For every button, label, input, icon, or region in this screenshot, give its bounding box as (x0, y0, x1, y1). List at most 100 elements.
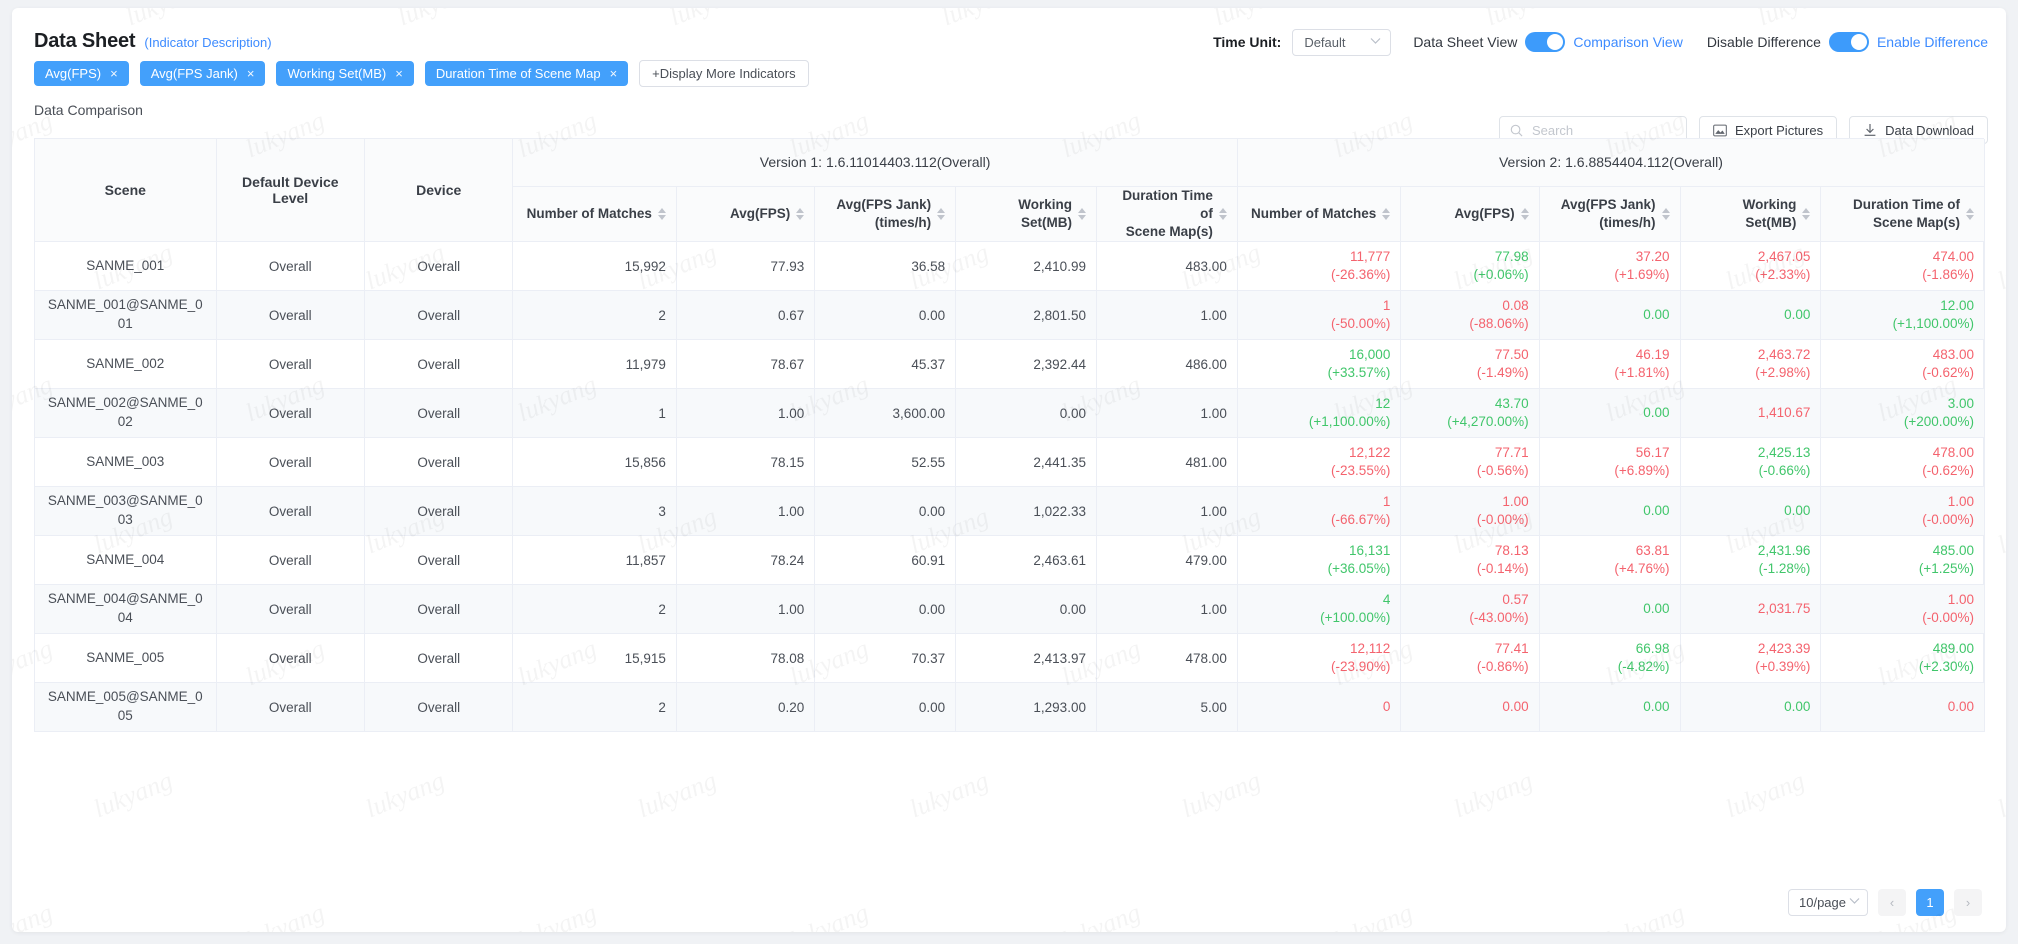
enable-difference-label[interactable]: Enable Difference (1877, 34, 1988, 50)
prev-page-button[interactable]: ‹ (1878, 889, 1906, 916)
cell-scene: SANME_005@SANME_005 (35, 683, 216, 732)
cell-scene: SANME_003@SANME_003 (35, 487, 216, 536)
close-icon[interactable]: × (247, 67, 255, 80)
download-icon (1863, 123, 1877, 137)
cell-v1-metric: 2 (513, 683, 677, 732)
cell-v1-metric: 0.20 (676, 683, 814, 732)
watermark-text: lukyang (1057, 898, 1145, 932)
metric-column-header[interactable]: Avg(FPS Jank)(times/h) (815, 186, 956, 242)
export-pictures-label: Export Pictures (1735, 123, 1823, 138)
sort-icon[interactable] (1521, 208, 1529, 220)
metric-delta-percent: (+1.25%) (1831, 560, 1974, 578)
view-mode-toggle[interactable] (1525, 32, 1565, 52)
cell-v1-metric: 3,600.00 (815, 389, 956, 438)
metric-value: 0.00 (1550, 404, 1670, 422)
metric-column-header[interactable]: Avg(FPS) (1401, 186, 1539, 242)
comparison-view-label[interactable]: Comparison View (1573, 34, 1682, 50)
sort-icon[interactable] (1966, 208, 1974, 220)
sort-icon[interactable] (658, 208, 666, 220)
metric-value: 0.00 (1831, 698, 1974, 716)
disable-difference-label[interactable]: Disable Difference (1707, 34, 1821, 50)
close-icon[interactable]: × (610, 67, 618, 80)
cell-device: Overall (365, 291, 513, 340)
metric-column-header[interactable]: Number of Matches (513, 186, 677, 242)
page-size-select[interactable]: 10/page (1788, 889, 1868, 916)
indicator-description-link[interactable]: (Indicator Description) (144, 35, 271, 50)
metric-column-header[interactable]: Duration Time ofScene Map(s) (1096, 186, 1237, 242)
search-icon (1510, 124, 1523, 137)
watermark-text: lukyang (241, 898, 329, 932)
table-row: SANME_001@SANME_001OverallOverall20.670.… (35, 291, 1985, 340)
cell-v1-metric: 2,392.44 (956, 340, 1097, 389)
version-group-header: Version 1: 1.6.11014403.112(Overall) (513, 139, 1237, 186)
table-head: SceneDefault Device LevelDeviceVersion 1… (35, 139, 1985, 242)
metric-column-header[interactable]: Duration Time ofScene Map(s) (1821, 186, 1985, 242)
display-more-indicators-button[interactable]: +Display More Indicators (639, 60, 808, 87)
metric-delta-percent: (-0.56%) (1411, 462, 1528, 480)
sort-icon[interactable] (937, 208, 945, 220)
metric-value: 1 (1248, 493, 1391, 511)
column-header-fixed: Device (365, 139, 513, 242)
sort-icon[interactable] (1802, 208, 1810, 220)
sort-icon[interactable] (796, 208, 804, 220)
metric-delta-percent: (+0.39%) (1691, 658, 1811, 676)
table-row: SANME_004OverallOverall11,85778.2460.912… (35, 536, 1985, 585)
cell-v2-metric: 0.00 (1680, 291, 1821, 340)
indicator-tag[interactable]: Avg(FPS Jank)× (140, 61, 266, 86)
metric-value: 43.70 (1411, 395, 1528, 413)
time-unit-select[interactable]: Default (1292, 29, 1391, 56)
cell-v2-metric: 0.00 (1401, 683, 1539, 732)
sort-icon[interactable] (1662, 208, 1670, 220)
close-icon[interactable]: × (110, 67, 118, 80)
cell-device-level: Overall (216, 683, 364, 732)
cell-v1-metric: 15,992 (513, 242, 677, 291)
next-page-button[interactable]: › (1954, 889, 1982, 916)
indicator-tag[interactable]: Working Set(MB)× (276, 61, 413, 86)
difference-toggle[interactable] (1829, 32, 1869, 52)
metric-column-header[interactable]: Working Set(MB) (1680, 186, 1821, 242)
metric-value: 0 (1248, 698, 1391, 716)
sort-icon[interactable] (1078, 208, 1086, 220)
metric-column-header[interactable]: Working Set(MB) (956, 186, 1097, 242)
metric-column-header[interactable]: Avg(FPS Jank)(times/h) (1539, 186, 1680, 242)
metric-value: 46.19 (1550, 346, 1670, 364)
cell-v1-metric: 1.00 (676, 389, 814, 438)
page-header: Data Sheet (Indicator Description) (34, 30, 272, 53)
metric-value: 3.00 (1831, 395, 1974, 413)
metric-column-header[interactable]: Number of Matches (1237, 186, 1401, 242)
metric-delta-percent: (-66.67%) (1248, 511, 1391, 529)
toggle-knob (1851, 34, 1867, 50)
table-row: SANME_003@SANME_003OverallOverall31.000.… (35, 487, 1985, 536)
indicator-tag[interactable]: Avg(FPS)× (34, 61, 129, 86)
metric-value: 1 (1248, 297, 1391, 315)
cell-device: Overall (365, 389, 513, 438)
cell-v1-metric: 481.00 (1096, 438, 1237, 487)
metric-delta-percent: (+4.76%) (1550, 560, 1670, 578)
cell-scene: SANME_001 (35, 242, 216, 291)
indicator-tag[interactable]: Duration Time of Scene Map× (425, 61, 628, 86)
metric-delta-percent: (+2.98%) (1691, 364, 1811, 382)
metric-delta-percent: (-50.00%) (1248, 315, 1391, 333)
metric-value: 66.98 (1550, 640, 1670, 658)
cell-v2-metric: 2,463.72(+2.98%) (1680, 340, 1821, 389)
sort-icon[interactable] (1382, 208, 1390, 220)
metric-delta-percent: (-0.14%) (1411, 560, 1528, 578)
cell-v2-metric: 16,131(+36.05%) (1237, 536, 1401, 585)
sort-icon[interactable] (1219, 208, 1227, 220)
cell-v1-metric: 78.67 (676, 340, 814, 389)
cell-v1-metric: 1.00 (1096, 291, 1237, 340)
search-input[interactable] (1530, 122, 1676, 139)
page-1-button[interactable]: 1 (1916, 889, 1944, 916)
metric-header-line1: Avg(FPS Jank) (1561, 196, 1656, 214)
close-icon[interactable]: × (395, 67, 403, 80)
watermark-text: lukyang (1449, 766, 1537, 825)
data-sheet-view-label[interactable]: Data Sheet View (1413, 34, 1517, 50)
metric-header-line1: Duration Time of (1107, 187, 1213, 223)
cell-v1-metric: 1.00 (676, 585, 814, 634)
cell-v1-metric: 77.93 (676, 242, 814, 291)
cell-v2-metric: 1.00(-0.00%) (1401, 487, 1539, 536)
metric-value: 0.00 (1691, 502, 1811, 520)
cell-device-level: Overall (216, 389, 364, 438)
metric-column-header[interactable]: Avg(FPS) (676, 186, 814, 242)
cell-v2-metric: 2,425.13(-0.66%) (1680, 438, 1821, 487)
